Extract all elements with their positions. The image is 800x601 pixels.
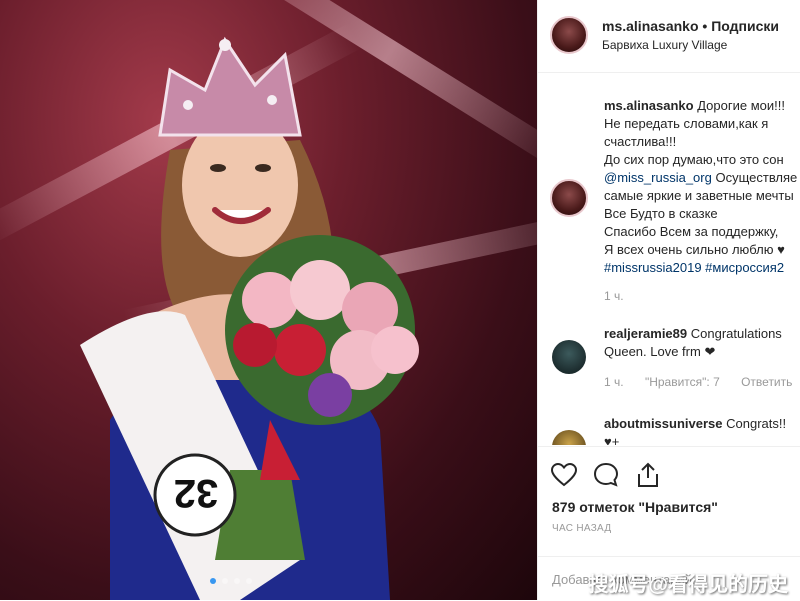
comment-text: Congrats!! bbox=[726, 416, 787, 431]
post-photo[interactable]: 32 bbox=[0, 0, 537, 600]
action-icons bbox=[550, 461, 662, 489]
caption-line: Все Будто в сказке bbox=[604, 206, 718, 221]
carousel-dots bbox=[210, 578, 252, 584]
heart-emoji-icon: ❤ bbox=[704, 344, 716, 359]
caption-line: Спасибо Всем за поддержку, bbox=[604, 224, 779, 239]
caption-username[interactable]: ms.alinasanko bbox=[604, 98, 694, 113]
carousel-dot[interactable] bbox=[210, 578, 216, 584]
carousel-dot[interactable] bbox=[234, 578, 240, 584]
comment-time[interactable]: 1 ч. bbox=[604, 375, 624, 389]
post-side-panel: ms.alinasanko • Подписки Барвиха Luxury … bbox=[537, 0, 800, 600]
avatar[interactable] bbox=[550, 16, 588, 54]
post-timestamp: ЧАС НАЗАД bbox=[552, 523, 612, 534]
separator: • bbox=[702, 18, 708, 34]
comment-avatar[interactable] bbox=[552, 340, 586, 374]
caption-line: Дорогие мои!!! bbox=[697, 98, 785, 113]
share-icon[interactable] bbox=[634, 461, 662, 489]
caption-avatar[interactable] bbox=[550, 179, 588, 217]
likes-count[interactable]: 879 отметок "Нравится" bbox=[552, 499, 718, 515]
caption-line: счастлива!!! bbox=[604, 134, 677, 149]
username-link[interactable]: ms.alinasanko bbox=[602, 18, 699, 34]
caption-line: Не передать словами,как я bbox=[604, 116, 769, 131]
watermark: 搜狐号@看得见的历史 bbox=[588, 574, 788, 596]
comment-username[interactable]: realjeramie89 bbox=[604, 326, 687, 341]
header-user: ms.alinasanko • Подписки bbox=[602, 18, 779, 34]
caption-line: самые яркие и заветные мечты bbox=[604, 188, 794, 203]
post-actions: 879 отметок "Нравится" ЧАС НАЗАД bbox=[538, 446, 800, 557]
mention-link[interactable]: @miss_russia_org bbox=[604, 170, 712, 185]
caption-line: До сих пор думаю,что это сон bbox=[604, 152, 784, 167]
heart-icon[interactable] bbox=[550, 461, 578, 489]
comment-text: ♥+ bbox=[604, 434, 620, 445]
comment: aboutmissuniverse Congrats!! ♥+ bbox=[604, 415, 786, 445]
caption: ms.alinasanko Дорогие мои!!! Не передать… bbox=[604, 97, 800, 277]
carousel-dot[interactable] bbox=[246, 578, 252, 584]
reply-button[interactable]: Ответить bbox=[741, 375, 792, 389]
caption-line: Я всех очень сильно люблю ♥ bbox=[604, 242, 785, 257]
post-header: ms.alinasanko • Подписки Барвиха Luxury … bbox=[538, 0, 800, 73]
comments-scroll[interactable]: ms.alinasanko Дорогие мои!!! Не передать… bbox=[538, 73, 800, 445]
comment: realjeramie89 Congratulations Queen. Lov… bbox=[604, 325, 782, 361]
location-link[interactable]: Барвиха Luxury Village bbox=[602, 38, 727, 52]
follow-button[interactable]: Подписки bbox=[711, 18, 779, 34]
comment-icon[interactable] bbox=[592, 461, 620, 489]
caption-line: Осуществляе bbox=[715, 170, 798, 185]
comment-text: Queen. Love frm bbox=[604, 344, 701, 359]
comment-username[interactable]: aboutmissuniverse bbox=[604, 416, 723, 431]
comment-meta: 1 ч. "Нравится": 7 Ответить bbox=[604, 375, 800, 389]
comment-text: Congratulations bbox=[690, 326, 782, 341]
sash-number: 32 bbox=[173, 471, 219, 515]
comment-likes[interactable]: "Нравится": 7 bbox=[645, 375, 720, 389]
hashtags-link[interactable]: #missrussia2019 #мисроссия2 bbox=[604, 260, 784, 275]
carousel-dot[interactable] bbox=[222, 578, 228, 584]
caption-time[interactable]: 1 ч. bbox=[604, 289, 624, 303]
photo-scene bbox=[80, 36, 419, 600]
comment-avatar[interactable] bbox=[552, 430, 586, 445]
